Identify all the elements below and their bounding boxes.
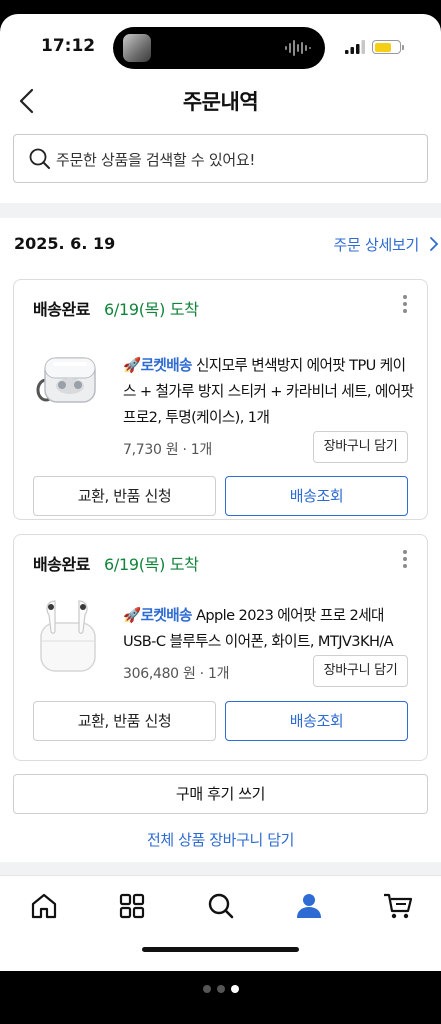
order-item-card: 배송완료 6/19(목) 도착 🚀로켓배송 Apple 2023 에어팟 프로 … [13, 534, 428, 761]
search-icon [29, 148, 50, 169]
add-all-to-cart-link[interactable]: 전체 상품 장바구니 담기 [0, 829, 441, 850]
my-page-icon[interactable] [292, 889, 326, 923]
order-detail-link[interactable]: 주문 상세보기 [333, 234, 439, 255]
cart-icon[interactable] [381, 889, 415, 923]
price-line: 306,480 원 · 1개 [123, 666, 230, 682]
rocket-delivery-badge: 로켓배송 [140, 607, 193, 624]
arrival-date: 6/19(목) 도착 [104, 300, 199, 319]
order-date: 2025. 6. 19 [14, 234, 116, 253]
home-icon[interactable] [27, 889, 61, 923]
order-item-card: 배송완료 6/19(목) 도착 🚀로켓배송 신지모루 변색방지 에어팟 TPU … [13, 279, 428, 520]
order-detail-label: 주문 상세보기 [333, 236, 420, 254]
exchange-return-button[interactable]: 교환, 반품 신청 [33, 476, 216, 516]
audio-wave-icon [285, 40, 311, 56]
rocket-icon: 🚀 [123, 607, 141, 624]
chevron-right-icon [430, 237, 439, 251]
search-placeholder: 주문한 상품을 검색할 수 있어요! [56, 151, 256, 169]
battery-icon [372, 40, 404, 54]
add-to-cart-button[interactable]: 장바구니 담기 [313, 431, 408, 463]
add-to-cart-button[interactable]: 장바구니 담기 [313, 655, 408, 687]
bottom-tab-bar [0, 875, 441, 971]
more-options-icon[interactable] [395, 292, 415, 316]
dynamic-island [113, 27, 325, 69]
page-header: 주문내역 [0, 76, 441, 126]
exchange-return-button[interactable]: 교환, 반품 신청 [33, 701, 216, 741]
app-screen: 17:12 주문내역 주문한 상품을 검색할 수 있어요! 2025. 6. 1… [0, 14, 441, 971]
product-price: 306,480 원 [123, 666, 196, 682]
product-name[interactable]: 🚀로켓배송 Apple 2023 에어팟 프로 2세대 USB-C 블루투스 이… [123, 603, 415, 655]
more-options-icon[interactable] [395, 547, 415, 571]
delivery-status: 배송완료 [33, 555, 90, 574]
product-image-case[interactable] [33, 346, 103, 416]
status-bar: 17:12 [0, 14, 441, 76]
section-divider [0, 203, 441, 218]
signal-icon [345, 40, 365, 54]
category-icon[interactable] [115, 889, 149, 923]
delivery-status: 배송완료 [33, 300, 90, 319]
search-icon[interactable] [204, 889, 238, 923]
track-delivery-button[interactable]: 배송조회 [225, 701, 408, 741]
write-review-button[interactable]: 구매 후기 쓰기 [13, 774, 428, 814]
home-indicator[interactable] [142, 947, 299, 952]
product-name[interactable]: 🚀로켓배송 신지모루 변색방지 에어팟 TPU 케이스 + 철가루 방지 스티커… [123, 353, 415, 431]
product-price: 7,730 원 [123, 442, 179, 458]
product-qty: 1개 [190, 442, 212, 458]
order-group-header: 2025. 6. 19 주문 상세보기 [0, 218, 441, 268]
rocket-icon: 🚀 [123, 357, 141, 374]
section-divider [0, 862, 441, 875]
track-delivery-button[interactable]: 배송조회 [225, 476, 408, 516]
price-line: 7,730 원 · 1개 [123, 442, 212, 458]
rocket-delivery-badge: 로켓배송 [140, 357, 193, 374]
product-image-airpods[interactable] [33, 597, 103, 677]
product-qty: 1개 [207, 666, 230, 682]
arrival-date: 6/19(목) 도착 [104, 555, 199, 574]
page-indicator [0, 978, 441, 997]
order-search-input[interactable]: 주문한 상품을 검색할 수 있어요! [13, 134, 428, 183]
now-playing-thumbnail [123, 34, 151, 62]
page-title: 주문내역 [182, 90, 259, 114]
status-time: 17:12 [41, 36, 96, 56]
